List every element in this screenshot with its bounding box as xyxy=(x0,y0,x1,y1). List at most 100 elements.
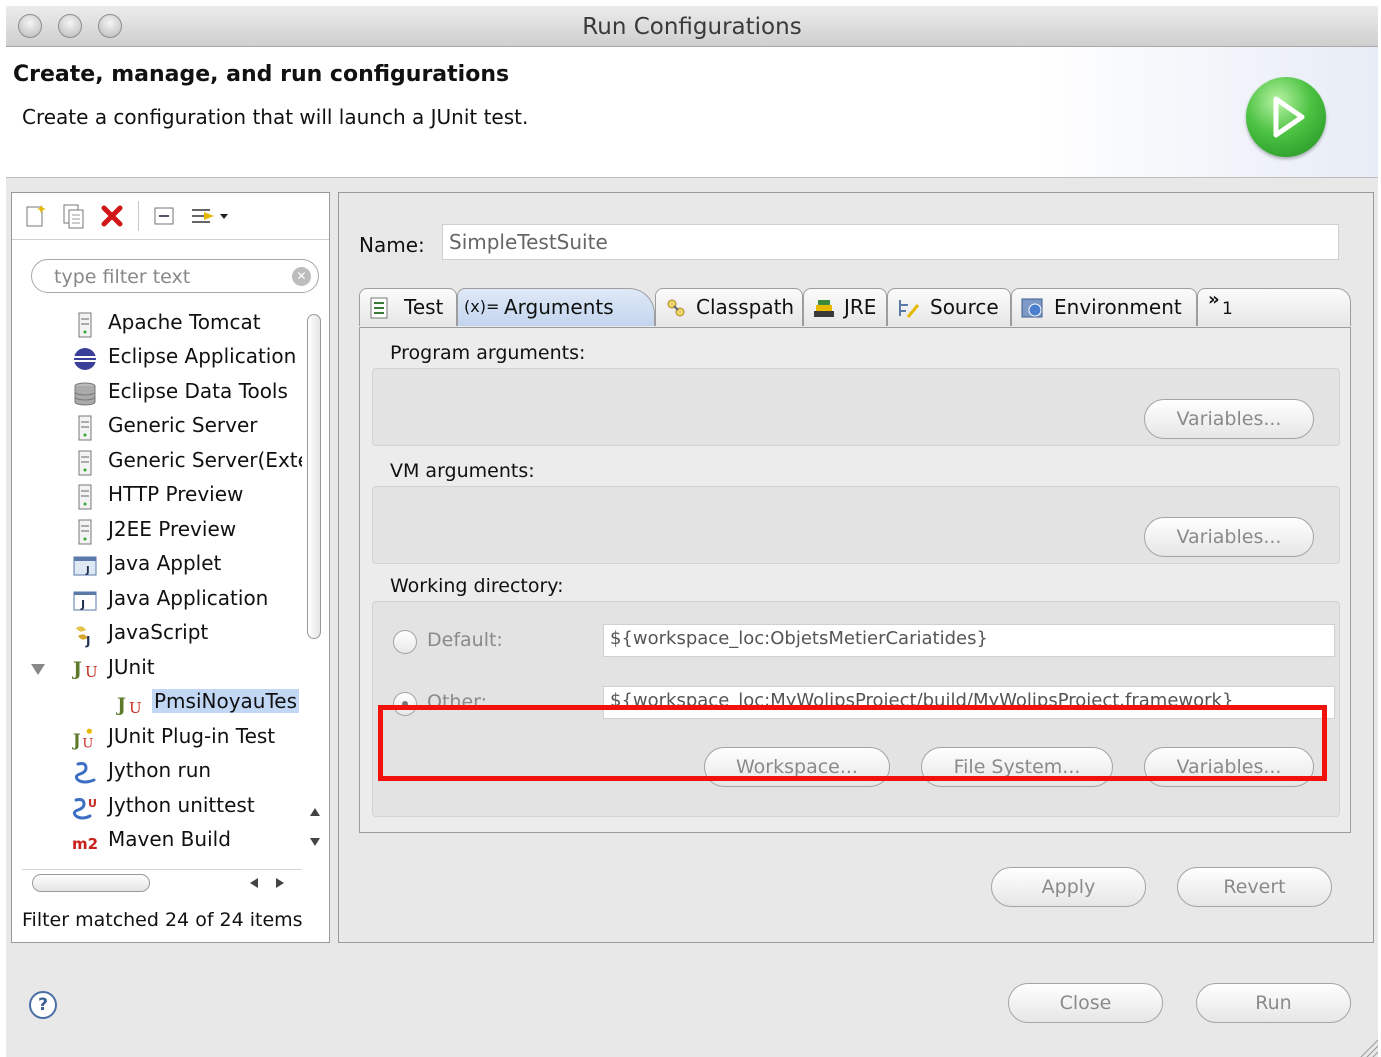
close-button[interactable]: Close xyxy=(1008,983,1163,1023)
name-input[interactable] xyxy=(442,224,1339,260)
program-arguments-group: Variables... xyxy=(372,368,1340,446)
tree-item-label: Java Application xyxy=(108,586,269,610)
arguments-icon: (x)= xyxy=(464,297,500,316)
working-directory-label: Working directory: xyxy=(390,575,564,597)
svg-text:J: J xyxy=(72,731,81,750)
svg-text:J: J xyxy=(116,694,126,716)
dialog-header: Create, manage, and run configurations C… xyxy=(6,47,1378,178)
server-icon xyxy=(78,450,92,476)
tree-item-label: Generic Server xyxy=(108,413,258,437)
source-icon xyxy=(899,300,920,318)
vertical-scroll-thumb[interactable] xyxy=(307,314,321,639)
tab-label: Arguments xyxy=(504,295,614,319)
svg-text:U: U xyxy=(85,663,98,681)
tree-vertical-scrollbar[interactable] xyxy=(303,304,327,864)
tree-horizontal-scrollbar[interactable] xyxy=(22,869,302,898)
vm-arguments-group: Variables... xyxy=(372,486,1340,564)
junit-plugin-icon: JU xyxy=(72,728,93,752)
program-args-variables-button[interactable]: Variables... xyxy=(1144,399,1314,439)
filter-field[interactable]: ✕ xyxy=(31,259,319,293)
run-configurations-window: Run Configurations Create, manage, and r… xyxy=(6,6,1378,1057)
tree-item-label: Eclipse Application xyxy=(108,344,297,368)
filter-input[interactable] xyxy=(52,264,286,290)
tree-item-label: Eclipse Data Tools xyxy=(108,379,288,403)
svg-text:U: U xyxy=(88,797,97,810)
tree-item-label: Java Applet xyxy=(108,551,222,575)
tree-item-label: JUnit xyxy=(108,655,155,679)
tree-item-label: Jython run xyxy=(108,758,212,782)
scroll-left-arrow-icon[interactable] xyxy=(246,875,262,891)
tab-jre[interactable]: JRE xyxy=(803,288,887,326)
javascript-icon: J xyxy=(76,626,90,648)
default-label: Default: xyxy=(427,629,503,651)
vm-arguments-input[interactable] xyxy=(375,489,1115,561)
help-icon[interactable]: ? xyxy=(29,991,57,1019)
filter-icon[interactable] xyxy=(188,202,236,230)
server-icon xyxy=(78,415,92,441)
expand-triangle-icon[interactable] xyxy=(30,662,46,676)
svg-text:U: U xyxy=(82,737,93,752)
config-tree: Apache Tomcat Eclipse Application Eclips… xyxy=(12,303,302,863)
tab-label: Environment xyxy=(1054,295,1182,319)
tree-item-label: JUnit Plug-in Test xyxy=(108,724,276,748)
delete-icon[interactable] xyxy=(98,202,126,230)
svg-text:J: J xyxy=(85,634,90,648)
program-arguments-input[interactable] xyxy=(375,371,1115,443)
maven-icon: m2 xyxy=(72,835,98,853)
duplicate-icon[interactable] xyxy=(60,202,88,230)
classpath-icon xyxy=(667,299,685,317)
tab-arguments[interactable]: (x)= Arguments xyxy=(457,288,655,326)
toolbar-divider xyxy=(138,201,139,231)
run-button[interactable]: Run xyxy=(1196,983,1351,1023)
tree-item-label: Jython unittest xyxy=(108,793,255,817)
tab-environment[interactable]: Environment xyxy=(1011,288,1197,326)
scroll-down-arrow-icon[interactable] xyxy=(307,834,323,850)
scroll-up-arrow-icon[interactable] xyxy=(307,804,323,820)
eclipse-icon xyxy=(74,348,96,370)
title-bar: Run Configurations xyxy=(6,6,1378,47)
other-directory-highlight xyxy=(378,705,1327,781)
clear-filter-icon[interactable]: ✕ xyxy=(292,267,311,286)
revert-button[interactable]: Revert xyxy=(1177,867,1332,907)
svg-text:J: J xyxy=(85,565,90,576)
tab-test[interactable]: Test xyxy=(359,288,457,326)
horizontal-scroll-thumb[interactable] xyxy=(32,874,150,892)
default-directory-field[interactable]: ${workspace_loc:ObjetsMetierCariatides} xyxy=(603,624,1335,657)
test-icon xyxy=(370,297,388,319)
tab-overflow[interactable]: » 1 xyxy=(1197,288,1351,326)
java-applet-icon: J xyxy=(73,556,97,576)
tree-item-label: Maven Build xyxy=(108,827,231,851)
server-icon xyxy=(78,312,92,338)
scroll-right-arrow-icon[interactable] xyxy=(272,875,288,891)
filter-status: Filter matched 24 of 24 items xyxy=(22,909,303,931)
name-label: Name: xyxy=(359,233,425,257)
java-app-icon: J xyxy=(73,591,97,611)
svg-text:m2: m2 xyxy=(72,835,98,853)
collapse-all-icon[interactable] xyxy=(150,202,178,230)
tab-label: Test xyxy=(404,295,444,319)
arguments-tab-content: Program arguments: Variables... VM argum… xyxy=(359,327,1351,833)
tab-label: JRE xyxy=(844,295,877,319)
tree-item-label: HTTP Preview xyxy=(108,482,244,506)
svg-text:U: U xyxy=(129,699,142,717)
jre-icon xyxy=(814,300,834,317)
config-tabs: Test (x)= Arguments Classpath JRE Source… xyxy=(359,288,1351,328)
tab-source[interactable]: Source xyxy=(887,288,1011,326)
resize-grip-icon[interactable] xyxy=(1354,1034,1378,1057)
vm-args-variables-button[interactable]: Variables... xyxy=(1144,517,1314,557)
apply-button[interactable]: Apply xyxy=(991,867,1146,907)
tab-label: Source xyxy=(930,295,999,319)
default-radio[interactable] xyxy=(393,630,417,654)
server-icon xyxy=(78,484,92,510)
tree-item-label: Apache Tomcat xyxy=(108,310,261,334)
junit-icon: JU xyxy=(116,694,142,717)
new-config-icon[interactable] xyxy=(22,202,50,230)
svg-text:J: J xyxy=(80,598,85,611)
environment-icon xyxy=(1021,298,1043,318)
server-icon xyxy=(78,519,92,545)
tree-item-label: Generic Server(Exte xyxy=(108,448,302,472)
tab-classpath[interactable]: Classpath xyxy=(655,288,803,326)
overflow-count: 1 xyxy=(1222,299,1233,319)
run-launch-icon xyxy=(1246,77,1326,157)
jython-unittest-icon: U xyxy=(72,797,97,820)
